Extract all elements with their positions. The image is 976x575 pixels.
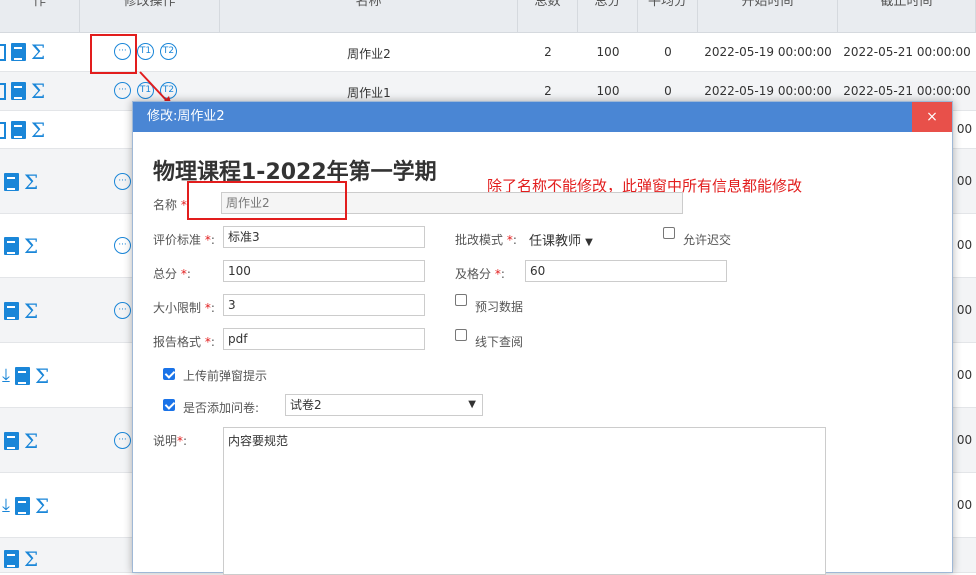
row-name: 周作业1 [347,86,391,100]
row-avg: 0 [664,45,672,59]
copy-icon[interactable] [4,302,19,320]
sigma-icon[interactable]: Σ [24,236,38,256]
dialog-header: 修改:周作业2 × [133,102,952,132]
sigma-icon[interactable]: Σ [35,496,49,516]
score-input[interactable]: 100 [223,260,425,282]
pass-label: 及格分 *: [455,267,505,281]
header-total-count: 总数 [518,0,578,33]
mode-label: 批改模式 *: [455,233,517,247]
copy-icon[interactable] [14,367,30,385]
questionnaire-label: 是否添加问卷: [183,401,260,415]
sigma-icon[interactable]: Σ [24,301,38,321]
table-row: Σ ··· T1 T2 周作业2 2 100 0 2022-05-19 00:0… [0,33,976,72]
copy-icon[interactable] [11,82,26,100]
row-end-fragment: 00 [956,174,973,188]
allow-late-label: 允许迟交 [683,233,732,247]
size-label: 大小限制 *: [153,301,215,315]
header-total-score: 总分 [578,0,638,33]
book-icon[interactable] [0,121,6,139]
more-icon[interactable]: ··· [114,432,131,449]
criteria-input[interactable]: 标准3 [223,226,425,248]
download-icon[interactable]: ⤓ [2,497,10,515]
row-end-fragment: 00 [956,122,973,136]
sigma-icon[interactable]: Σ [35,366,49,386]
t2-icon[interactable]: T2 [160,43,177,60]
dialog-title: 修改:周作业2 [147,109,225,124]
row-count: 2 [544,45,552,59]
row-end-fragment: 00 [956,238,973,252]
header-edit-ops: 修改操作 [80,0,220,33]
sigma-icon[interactable]: Σ [31,120,45,140]
t1-icon[interactable]: T1 [137,43,154,60]
more-icon[interactable]: ··· [114,173,131,190]
highlight-box [90,34,137,74]
close-button[interactable]: × [912,102,952,132]
mode-select[interactable]: 任课教师 ▼ [529,230,593,249]
format-label: 报告格式 *: [153,335,215,349]
header-average: 平均分 [638,0,698,33]
copy-icon[interactable] [11,121,26,139]
row-end-fragment: 00 [956,433,973,447]
format-input[interactable]: pdf [223,328,425,350]
row-count: 2 [544,84,552,98]
questionnaire-select[interactable]: 试卷2 ▼ [285,394,483,416]
header-actions: 作 [0,0,80,33]
name-highlight-box [187,181,347,220]
row-end-fragment: 00 [956,303,973,317]
description-textarea[interactable]: 内容要规范 [223,427,826,575]
copy-icon[interactable] [11,43,26,61]
offline-label: 线下查阅 [475,335,524,349]
header-start-time: 开始时间 [698,0,838,33]
offline-checkbox[interactable] [455,329,467,341]
download-icon[interactable]: ⤓ [2,367,10,385]
preview-checkbox[interactable] [455,294,467,306]
name-label: 名称 * [153,198,187,212]
chevron-down-icon: ▼ [468,399,476,410]
book-icon[interactable] [0,43,6,61]
row-end: 2022-05-21 00:00:00 [843,45,971,59]
copy-icon[interactable] [4,550,19,568]
row-end-fragment: 00 [956,368,973,382]
allow-late-checkbox[interactable] [663,227,675,239]
book-icon[interactable] [0,82,6,100]
sigma-icon[interactable]: Σ [24,431,38,451]
row-end: 2022-05-21 00:00:00 [843,84,971,98]
more-icon[interactable]: ··· [114,82,131,99]
more-icon[interactable]: ··· [114,237,131,254]
header-name: 名称 [220,0,518,33]
copy-icon[interactable] [4,173,19,191]
questionnaire-checkbox[interactable] [163,399,175,411]
score-label: 总分 *: [153,267,191,281]
pass-input[interactable]: 60 [525,260,727,282]
row-avg: 0 [664,84,672,98]
edit-dialog: 修改:周作业2 × 物理课程1-2022年第一学期 除了名称不能修改，此弹窗中所… [132,101,953,575]
header-end-time: 截止时间 [838,0,976,33]
upload-prompt-label: 上传前弹窗提示 [183,369,268,383]
desc-label: 说明*: [153,434,188,448]
sigma-icon[interactable]: Σ [24,549,38,569]
row-score: 100 [596,45,620,59]
row-end-fragment: 00 [956,498,973,512]
row-score: 100 [596,84,620,98]
chevron-down-icon: ▼ [585,237,593,248]
row-start: 2022-05-19 00:00:00 [704,45,832,59]
more-icon[interactable]: ··· [114,302,131,319]
sigma-icon[interactable]: Σ [24,172,38,192]
upload-prompt-checkbox[interactable] [163,368,175,380]
criteria-label: 评价标准 *: [153,233,215,247]
row-start: 2022-05-19 00:00:00 [704,84,832,98]
copy-icon[interactable] [14,497,30,515]
copy-icon[interactable] [4,432,19,450]
preview-label: 预习数据 [475,300,524,314]
size-input[interactable]: 3 [223,294,425,316]
sigma-icon[interactable]: Σ [31,42,45,62]
table-header: 作 修改操作 名称 总数 总分 平均分 开始时间 截止时间 [0,0,976,33]
copy-icon[interactable] [4,237,19,255]
row-name: 周作业2 [347,47,391,61]
sigma-icon[interactable]: Σ [31,81,45,101]
